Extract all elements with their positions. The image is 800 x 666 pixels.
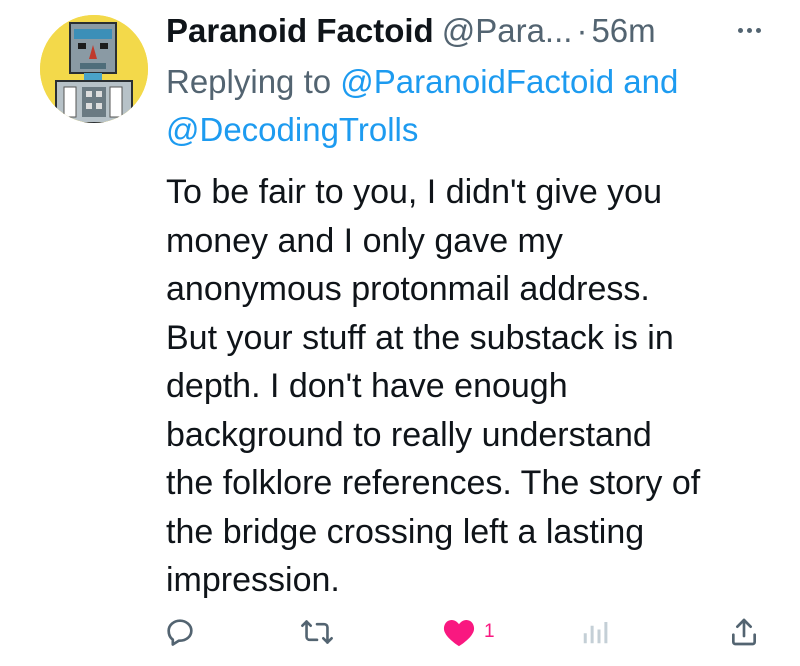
- tweet-text-line: But your stuff at the substack is in: [166, 318, 674, 357]
- heart-filled-icon: [443, 619, 475, 647]
- tweet-text-line: impression.: [166, 561, 340, 599]
- tweet-text-line: depth. I don't have enough: [166, 367, 568, 405]
- avatar[interactable]: [40, 15, 148, 123]
- like-count: 1: [484, 621, 495, 642]
- reply-button[interactable]: [164, 612, 196, 652]
- tweet-text-line: the folklore references. The story of: [166, 464, 701, 502]
- share-button[interactable]: [728, 612, 760, 652]
- more-options-icon[interactable]: [738, 28, 761, 40]
- retweet-button[interactable]: [300, 612, 334, 652]
- separator-dot: ·: [576, 12, 588, 49]
- reply-icon: [167, 619, 193, 646]
- like-button[interactable]: 1: [442, 612, 495, 652]
- tweet-text-line: money and I only gave my: [166, 221, 563, 260]
- robot-avatar-icon: [40, 15, 148, 123]
- tweet-text-line: anonymous protonmail address.: [166, 270, 650, 308]
- user-handle[interactable]: @Para...: [442, 12, 573, 50]
- display-name[interactable]: Paranoid Factoid: [166, 12, 434, 50]
- timestamp[interactable]: 56m: [591, 12, 655, 50]
- retweet-icon: [301, 620, 333, 644]
- tweet-text-line: To be fair to you, I didn't give you: [166, 173, 663, 211]
- share-icon: [732, 618, 756, 646]
- more-dot: [738, 28, 743, 33]
- more-dot: [756, 28, 761, 33]
- views-bar-chart-icon: [583, 622, 608, 644]
- tweet-text-line: the bridge crossing left a lasting: [166, 512, 645, 551]
- mention-link[interactable]: @DecodingTrolls: [166, 111, 418, 148]
- mention-link[interactable]: @ParanoidFactoid: [340, 63, 614, 100]
- tweet[interactable]: Paranoid Factoid @Para... · 56m Replying…: [0, 0, 800, 666]
- views-button[interactable]: [580, 612, 610, 652]
- more-dot: [747, 28, 752, 33]
- reply-joiner: and: [623, 63, 679, 100]
- reply-prefix: Replying to: [166, 63, 332, 100]
- tweet-header: Paranoid Factoid @Para... · 56m: [166, 9, 656, 53]
- action-bar: 1: [160, 612, 770, 652]
- replying-to: Replying to @ParanoidFactoid and @Decodi…: [166, 58, 766, 154]
- tweet-text-line: background to really understand: [166, 415, 652, 454]
- tweet-text: To be fair to you, I didn't give you mon…: [166, 168, 766, 605]
